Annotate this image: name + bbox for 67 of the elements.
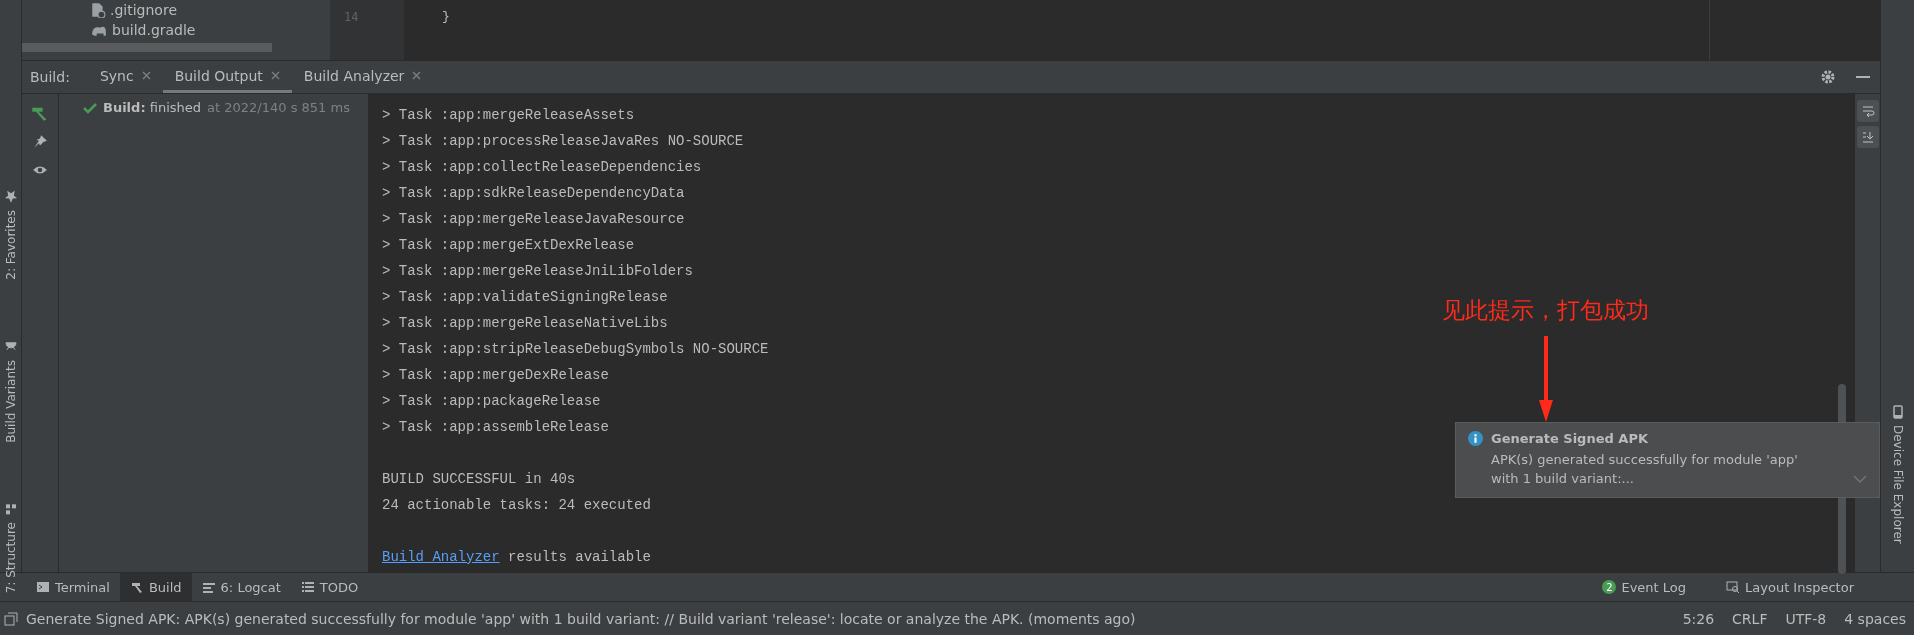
build-time: at 2022/140 s 851 ms — [207, 100, 350, 115]
check-icon — [83, 100, 97, 115]
console-line: 24 actionable tasks: 24 executed — [382, 497, 651, 513]
side-tab[interactable]: 7: Structure — [3, 502, 18, 594]
tool-tab[interactable]: Terminal — [26, 573, 120, 601]
console-line: > Task :app:mergeDexRelease — [382, 367, 609, 383]
console-line: > Task :app:mergeExtDexRelease — [382, 237, 635, 253]
close-icon[interactable] — [412, 71, 422, 80]
notification-title: Generate Signed APK — [1491, 431, 1649, 446]
tool-tab[interactable]: TODO — [290, 573, 369, 601]
inspector-icon — [1726, 580, 1741, 594]
scroll-end-button[interactable] — [1856, 126, 1879, 148]
tool-tab[interactable]: Layout Inspector — [1716, 573, 1864, 601]
console-line: > Task :app:validateSigningRelease — [382, 289, 668, 305]
console-line: > Task :app:assembleRelease — [382, 419, 609, 435]
minimize-icon[interactable] — [1856, 75, 1870, 79]
tree-item[interactable]: .gitignore — [90, 0, 330, 20]
tool-tab[interactable]: 2 Event Log — [1592, 573, 1697, 601]
side-tab[interactable]: Build Variants — [3, 339, 18, 443]
tool-tab[interactable]: Build — [119, 573, 192, 601]
structure-icon — [3, 502, 18, 517]
tool-tab[interactable]: 6: Logcat — [191, 573, 291, 601]
count-badge: 2 — [1602, 580, 1617, 594]
wrap-icon — [1860, 104, 1875, 118]
scroll-end-icon — [1860, 130, 1875, 144]
side-tab[interactable]: Device File Explorer — [1890, 405, 1905, 544]
tab[interactable]: Build Analyzer — [291, 61, 434, 93]
console-line: BUILD SUCCESSFUL in 40s — [382, 471, 576, 487]
notification-body: APK(s) generated successfully for module 'app' with 1 build variant:... — [1491, 451, 1799, 488]
panels-icon — [4, 611, 18, 626]
panel-title: Build: — [30, 69, 70, 85]
chevron-down-icon[interactable] — [1853, 475, 1867, 483]
status-item[interactable]: UTF-8 — [1785, 610, 1827, 627]
console-line: > Task :app:collectReleaseDependencies — [382, 159, 702, 175]
build-status[interactable]: Build: finished at 2022/140 s 851 ms — [83, 100, 368, 115]
phone-icon — [1890, 405, 1905, 419]
console-line: > Task :app:stripReleaseDebugSymbols NO-SOURCE — [382, 341, 769, 357]
console-line: > Task :app:processReleaseJavaRes NO-SOURCE — [382, 133, 744, 149]
tree-item[interactable]: build.gradle — [90, 20, 330, 40]
scrollbar[interactable] — [22, 43, 272, 52]
status-item[interactable]: 5:26 — [1682, 610, 1715, 627]
hammer-icon — [129, 580, 144, 594]
console-line: > Task :app:mergeReleaseJniLibFolders — [382, 263, 693, 279]
info-icon — [1468, 431, 1483, 446]
status-item[interactable]: 4 spaces — [1844, 610, 1906, 627]
status-item[interactable]: CRLF — [1732, 610, 1768, 627]
close-icon[interactable] — [270, 71, 280, 80]
status-message: Generate Signed APK: APK(s) generated successfully for module 'app' with 1 build variant: // Build variant 'release': locate or analyze the APK. (moments ago) — [26, 610, 1136, 627]
terminal-icon — [36, 580, 50, 594]
console-line: > Task :app:mergeReleaseJavaResource — [382, 211, 685, 227]
lines-icon — [201, 580, 216, 594]
settings-icon[interactable] — [1820, 69, 1836, 85]
console-line: > Task :app:mergeReleaseNativeLibs — [382, 315, 668, 331]
close-icon[interactable] — [141, 71, 151, 80]
console-line: > Task :app:sdkReleaseDependencyData — [382, 185, 685, 201]
console-line: > Task :app:mergeReleaseAssets — [382, 107, 635, 123]
build-status-text: Build: finished — [103, 100, 202, 115]
star-icon — [3, 190, 18, 204]
side-tab[interactable]: 2: Favorites — [3, 190, 18, 280]
link[interactable]: Build Analyzer — [382, 549, 500, 565]
annotation-text: 见此提示，打包成功 — [1442, 296, 1649, 325]
console-line: results available — [507, 549, 651, 565]
list-icon — [300, 580, 315, 594]
tab[interactable]: Sync — [87, 61, 163, 93]
console-line: > Task :app:packageRelease — [382, 393, 601, 409]
code-line: } — [441, 8, 451, 26]
wrap-button[interactable] — [1856, 100, 1879, 122]
